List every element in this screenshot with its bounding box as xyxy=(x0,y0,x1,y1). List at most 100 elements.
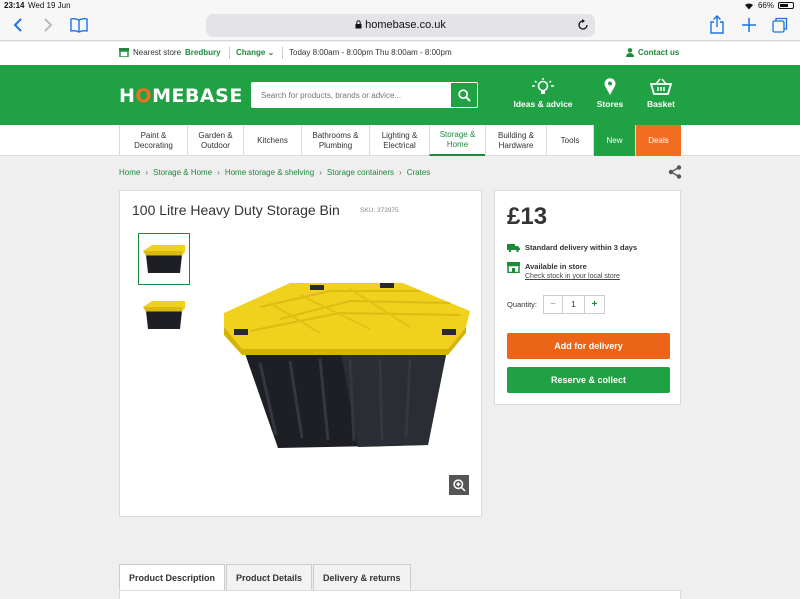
search-icon xyxy=(457,88,471,102)
quantity-value[interactable]: 1 xyxy=(563,296,586,313)
product-thumbnail[interactable] xyxy=(138,233,190,285)
divider xyxy=(229,47,230,59)
product-thumbnail[interactable] xyxy=(138,289,190,341)
store-info-bar: Nearest store Bredbury Change ⌄ Today 8:… xyxy=(0,42,800,65)
address-bar[interactable]: homebase.co.uk xyxy=(206,14,595,37)
product-sku: SKU: 373975 xyxy=(360,207,399,214)
delivery-truck-icon xyxy=(507,244,520,252)
chevron-right-icon: › xyxy=(145,168,149,177)
lightbulb-icon xyxy=(532,78,554,94)
url-host: homebase.co.uk xyxy=(365,19,446,31)
purchase-panel: £13 Standard delivery within 3 days Avai… xyxy=(494,190,681,405)
quantity-control: Quantity: − 1 + xyxy=(507,295,606,314)
divider xyxy=(282,47,283,59)
ideas-advice-link[interactable]: Ideas & advice xyxy=(512,78,574,109)
back-icon[interactable] xyxy=(12,17,24,33)
category-label: Building & xyxy=(497,130,535,140)
location-pin-icon xyxy=(604,78,616,95)
tab-product-description[interactable]: Product Description xyxy=(119,564,226,591)
logo-text: MEBASE xyxy=(152,85,243,107)
storage-bin-thumbnail xyxy=(143,245,185,273)
tabs-icon[interactable] xyxy=(772,17,788,33)
quantity-stepper: − 1 + xyxy=(543,295,606,314)
homebase-logo[interactable]: HOMEBASE xyxy=(119,85,243,107)
category-kitchens[interactable]: Kitchens xyxy=(243,125,301,156)
category-label: Bathrooms & xyxy=(312,130,359,140)
check-stock-link[interactable]: Check stock in your local store xyxy=(525,273,620,280)
category-label: Kitchens xyxy=(257,135,288,145)
logo-text: H xyxy=(119,85,136,107)
category-tools[interactable]: Tools xyxy=(546,125,593,156)
category-label: Garden & xyxy=(198,130,233,140)
product-gallery-card: 100 Litre Heavy Duty Storage Bin SKU: 37… xyxy=(119,190,482,517)
product-price: £13 xyxy=(507,203,548,230)
breadcrumb-link[interactable]: Storage containers xyxy=(327,168,394,177)
breadcrumb-link[interactable]: Home storage & shelving xyxy=(225,168,314,177)
forward-icon[interactable] xyxy=(42,17,54,33)
store-icon xyxy=(119,48,129,57)
category-new[interactable]: New xyxy=(593,125,635,156)
search-button[interactable] xyxy=(450,83,477,107)
product-main-image[interactable] xyxy=(220,283,475,453)
reserve-collect-button[interactable]: Reserve & collect xyxy=(507,367,670,393)
quantity-decrease-button[interactable]: − xyxy=(544,296,564,313)
tab-panel xyxy=(119,590,681,599)
chevron-right-icon: › xyxy=(319,168,322,177)
category-label: Decorating xyxy=(134,140,173,150)
category-paint-decorating[interactable]: Paint & Decorating xyxy=(119,125,187,156)
new-tab-icon[interactable] xyxy=(741,17,757,33)
category-label: Outdoor xyxy=(201,140,230,150)
nearest-store: Nearest store Bredbury xyxy=(119,48,221,57)
contact-label: Contact us xyxy=(638,48,680,57)
category-storage-home[interactable]: Storage & Home xyxy=(429,125,485,156)
category-lighting-electrical[interactable]: Lighting & Electrical xyxy=(369,125,429,156)
category-label: Lighting & xyxy=(381,130,418,140)
category-label: Plumbing xyxy=(318,140,353,150)
category-label: Hardware xyxy=(498,140,534,150)
quantity-increase-button[interactable]: + xyxy=(585,296,604,313)
zoom-button[interactable] xyxy=(449,475,469,495)
search-input[interactable] xyxy=(252,83,450,107)
category-building-hardware[interactable]: Building & Hardware xyxy=(485,125,546,156)
share-icon[interactable] xyxy=(709,15,725,35)
wifi-icon xyxy=(744,2,753,10)
search-box xyxy=(251,82,478,108)
category-bathrooms-plumbing[interactable]: Bathrooms & Plumbing xyxy=(301,125,369,156)
bookmarks-icon[interactable] xyxy=(70,17,88,33)
category-label: Home xyxy=(446,139,469,149)
delivery-text: Standard delivery within 3 days xyxy=(525,243,638,252)
status-time: 23:14 xyxy=(4,1,25,10)
status-bar: 23:14 Wed 19 Jun 66% xyxy=(0,0,800,12)
basket-label: Basket xyxy=(647,99,675,109)
tab-product-details[interactable]: Product Details xyxy=(226,564,313,591)
delivery-info: Standard delivery within 3 days xyxy=(507,243,637,252)
breadcrumb-link[interactable]: Storage & Home xyxy=(153,168,212,177)
share-nodes-icon[interactable] xyxy=(668,165,682,179)
store-availability: Available in store Check stock in your l… xyxy=(507,262,620,280)
category-label: Electrical xyxy=(383,140,416,150)
category-garden-outdoor[interactable]: Garden & Outdoor xyxy=(187,125,243,156)
change-store-button[interactable]: Change ⌄ xyxy=(236,48,274,57)
battery-icon xyxy=(778,2,794,9)
tab-delivery-returns[interactable]: Delivery & returns xyxy=(313,564,411,591)
chevron-down-icon: ⌄ xyxy=(267,48,275,57)
store-icon xyxy=(507,262,520,273)
store-name[interactable]: Bredbury xyxy=(185,48,221,57)
category-label: Deals xyxy=(648,135,669,145)
contact-us-link[interactable]: Contact us xyxy=(626,48,679,57)
ideas-advice-label: Ideas & advice xyxy=(513,99,573,109)
category-deals[interactable]: Deals xyxy=(635,125,681,156)
reload-icon[interactable] xyxy=(577,18,589,32)
category-label: Storage & xyxy=(439,129,476,139)
category-label: Tools xyxy=(560,135,580,145)
breadcrumb-link[interactable]: Crates xyxy=(407,168,431,177)
stores-link[interactable]: Stores xyxy=(592,78,628,109)
category-label: New xyxy=(606,135,623,145)
site-header: HOMEBASE Ideas & advice Stores Basket xyxy=(0,65,800,125)
basket-link[interactable]: Basket xyxy=(644,78,678,109)
add-for-delivery-button[interactable]: Add for delivery xyxy=(507,333,670,359)
stores-label: Stores xyxy=(596,99,624,109)
breadcrumb-link[interactable]: Home xyxy=(119,168,140,177)
nearest-store-label: Nearest store xyxy=(133,48,182,57)
quantity-label: Quantity: xyxy=(507,300,538,309)
